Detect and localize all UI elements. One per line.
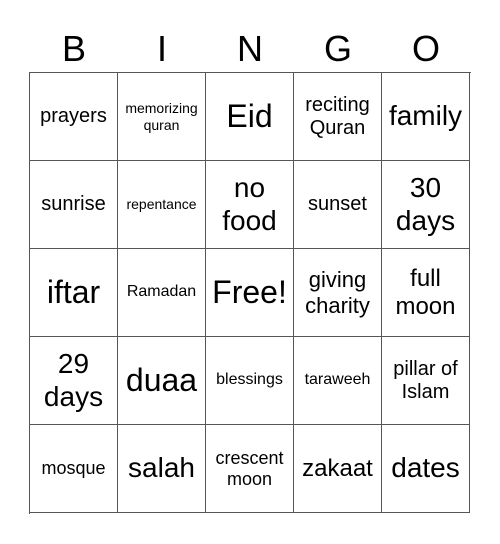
header-letter-g: G	[323, 28, 352, 69]
bingo-cell[interactable]: dates	[382, 425, 470, 513]
bingo-cell[interactable]: pillar of Islam	[382, 337, 470, 425]
cell-label: sunrise	[41, 193, 106, 215]
cell-label: Free!	[212, 274, 287, 311]
bingo-cell[interactable]: prayers	[30, 73, 118, 161]
bingo-cell[interactable]: crescent moon	[206, 425, 294, 513]
bingo-header: B I N G O	[30, 26, 470, 72]
bingo-cell[interactable]: sunset	[294, 161, 382, 249]
cell-label: family	[388, 100, 463, 132]
cell-label: no food	[222, 172, 277, 236]
bingo-cell[interactable]: full moon	[382, 249, 470, 337]
cell-label: 29 days	[43, 348, 104, 412]
cell-label: repentance	[126, 196, 197, 213]
bingo-cell[interactable]: blessings	[206, 337, 294, 425]
bingo-cell[interactable]: taraweeh	[294, 337, 382, 425]
cell-label: giving charity	[305, 267, 370, 318]
cell-label: sunset	[308, 193, 367, 215]
bingo-cell[interactable]: duaa	[118, 337, 206, 425]
bingo-cell[interactable]: Eid	[206, 73, 294, 161]
bingo-cell[interactable]: giving charity	[294, 249, 382, 337]
cell-label: taraweeh	[304, 371, 371, 389]
bingo-cell[interactable]: 30 days	[382, 161, 470, 249]
bingo-cell[interactable]: mosque	[30, 425, 118, 513]
bingo-cell[interactable]: iftar	[30, 249, 118, 337]
cell-label: zakaat	[302, 454, 373, 482]
free-space-cell[interactable]: Free!	[206, 249, 294, 337]
cell-label: blessings	[216, 371, 283, 389]
bingo-cell[interactable]: Ramadan	[118, 249, 206, 337]
cell-label: iftar	[46, 274, 101, 311]
cell-label: Ramadan	[126, 283, 197, 301]
cell-label: reciting Quran	[305, 93, 370, 139]
cell-label: memorizing quran	[125, 100, 198, 133]
cell-label: full moon	[395, 264, 456, 320]
header-letter-b: B	[61, 28, 86, 69]
cell-label: salah	[128, 452, 195, 484]
bingo-grid: prayers memorizing quran Eid reciting Quran…	[29, 72, 471, 514]
cell-label: prayers	[40, 105, 107, 127]
cell-label: dates	[391, 452, 460, 484]
bingo-cell[interactable]: family	[382, 73, 470, 161]
cell-label: pillar of Islam	[393, 357, 458, 403]
header-letter-i: I	[156, 28, 167, 69]
bingo-cell[interactable]: zakaat	[294, 425, 382, 513]
bingo-cell[interactable]: sunrise	[30, 161, 118, 249]
bingo-cell[interactable]: salah	[118, 425, 206, 513]
header-letter-o: O	[411, 28, 440, 69]
cell-label: Eid	[226, 98, 273, 135]
bingo-cell[interactable]: memorizing quran	[118, 73, 206, 161]
cell-label: mosque	[41, 458, 106, 479]
bingo-cell[interactable]: 29 days	[30, 337, 118, 425]
bingo-cell[interactable]: repentance	[118, 161, 206, 249]
cell-label: duaa	[125, 362, 198, 399]
cell-label: 30 days	[395, 172, 456, 236]
bingo-cell[interactable]: reciting Quran	[294, 73, 382, 161]
cell-label: crescent moon	[215, 447, 284, 489]
bingo-cell[interactable]: no food	[206, 161, 294, 249]
header-letter-n: N	[237, 28, 263, 69]
